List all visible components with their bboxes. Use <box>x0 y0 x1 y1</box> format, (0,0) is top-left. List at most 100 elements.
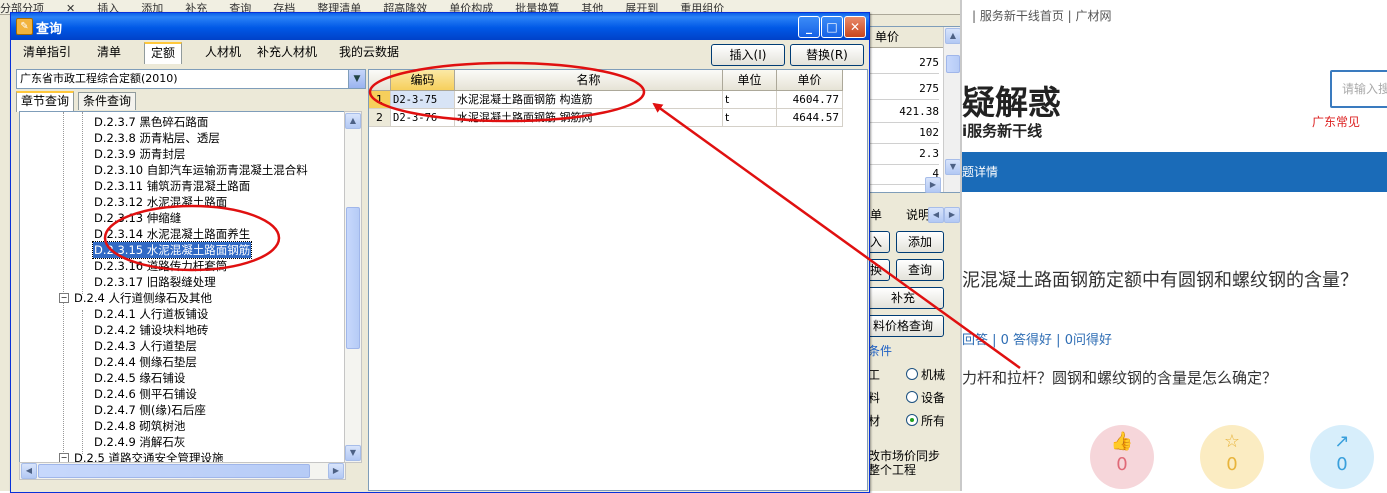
radio-所有[interactable]: 所有 <box>906 412 945 429</box>
tree-node[interactable]: D.2.4.1 人行道板铺设 <box>93 306 209 322</box>
row-separator <box>867 143 939 144</box>
supplement-button[interactable]: 补充 <box>862 287 944 309</box>
tab-5[interactable]: 我的云数据 <box>332 42 406 63</box>
grid-cell-price[interactable]: 4644.57 <box>777 109 843 127</box>
radio-机械[interactable]: 机械 <box>906 366 945 383</box>
scroll-up-icon[interactable]: ▲ <box>345 113 361 129</box>
row-number[interactable]: 2 <box>369 109 391 127</box>
web-page: | 服务新干线首页 | 广材网 疑解惑 i服务新干线 请输入搜 广东常见 题详情… <box>960 0 1387 491</box>
scroll-right-icon[interactable]: ▶ <box>925 177 941 193</box>
tree-node[interactable]: D.2.4.4 侧缘石垫层 <box>93 354 198 370</box>
row-number[interactable]: 1 <box>369 91 391 109</box>
tree-node[interactable]: D.2.3.11 铺筑沥青混凝土路面 <box>93 178 251 194</box>
tree-node[interactable]: D.2.3.17 旧路裂缝处理 <box>93 274 217 290</box>
query-button[interactable]: 查询 <box>896 259 944 281</box>
scroll-up-icon[interactable]: ▲ <box>945 28 961 44</box>
tree-hscroll-thumb[interactable] <box>38 464 310 478</box>
guangdong-link[interactable]: 广东常见 <box>1312 113 1360 130</box>
tab-1[interactable]: 清单 <box>90 42 128 63</box>
tree-node[interactable]: D.2.3.13 伸缩缝 <box>93 210 182 226</box>
tab-4[interactable]: 补充人材机 <box>250 42 324 63</box>
tree-node[interactable]: D.2.4.5 缘石铺设 <box>93 370 186 386</box>
scroll-thumb[interactable] <box>946 55 960 73</box>
radio-button-icon[interactable] <box>906 368 918 380</box>
replace-button[interactable]: 替换(R) <box>790 44 864 66</box>
tree-node[interactable]: D.2.3.14 水泥混凝土路面养生 <box>93 226 251 242</box>
stat-circle-star[interactable]: ☆ 0 <box>1200 425 1264 489</box>
row-separator <box>867 164 939 165</box>
tree-node[interactable]: D.2.4.2 铺设块料地砖 <box>93 322 209 338</box>
tree-node[interactable]: D.2.4.3 人行道垫层 <box>93 338 198 354</box>
scroll-down-icon[interactable]: ▼ <box>945 159 961 175</box>
grid-cell-name[interactable]: 水泥混凝土路面钢筋 构造筋 <box>455 91 723 109</box>
row-separator <box>867 73 939 74</box>
panel-tab-list[interactable]: 单 <box>870 206 882 223</box>
tree-vertical-scrollbar[interactable]: ▲ ▼ <box>344 111 362 463</box>
column-header-0[interactable]: 编码 <box>391 70 455 91</box>
tab-next-icon[interactable]: ▶ <box>944 207 960 223</box>
tab-3[interactable]: 人材机 <box>198 42 248 63</box>
close-icon[interactable]: ✕ <box>844 16 866 38</box>
grid-cell-name[interactable]: 水泥混凝土路面钢筋 钢筋网 <box>455 109 723 127</box>
radio-设备[interactable]: 设备 <box>906 389 945 406</box>
price-query-button[interactable]: 料价格查询 <box>862 315 944 337</box>
tree-node[interactable]: D.2.4.9 消解石灰 <box>93 434 186 450</box>
scroll-left-icon[interactable]: ◀ <box>21 463 37 479</box>
collapse-toggle-icon[interactable]: − <box>59 293 69 303</box>
answer-stats[interactable]: 回答 | 0 答得好 | 0问得好 <box>962 329 1112 348</box>
insert-button[interactable]: 插入(I) <box>711 44 785 66</box>
radio-button-icon[interactable] <box>906 391 918 403</box>
search-input[interactable]: 请输入搜 <box>1330 70 1387 108</box>
tree-node[interactable]: D.2.3.7 黑色碎石路面 <box>93 114 209 130</box>
tree-scroll-thumb[interactable] <box>346 207 360 349</box>
tree-node[interactable]: D.2.3.12 水泥混凝土路面 <box>93 194 228 210</box>
grid-corner <box>369 70 391 91</box>
price-table-scrollbar[interactable]: ▲ ▼ <box>943 27 961 192</box>
subtab-1[interactable]: 条件查询 <box>78 92 137 110</box>
grid-cell-unit[interactable]: t <box>723 91 777 109</box>
column-header-2[interactable]: 单位 <box>723 70 777 91</box>
maximize-icon[interactable]: □ <box>821 16 843 38</box>
tree-node[interactable]: D.2.4 人行道侧缘石及其他 <box>73 290 213 306</box>
tab-2[interactable]: 定额 <box>144 42 183 64</box>
tree-node-selected[interactable]: D.2.3.15 水泥混凝土路面钢筋 <box>91 241 253 259</box>
radio-label: 机械 <box>921 368 946 382</box>
tree-node[interactable]: D.2.4.8 砌筑树池 <box>93 418 186 434</box>
share-count: 0 <box>1336 454 1348 475</box>
share-icon: ↗ <box>1334 431 1350 452</box>
stat-circle-share[interactable]: ↗ 0 <box>1310 425 1374 489</box>
thumbs-up-count: 0 <box>1116 454 1128 475</box>
tab-prev-icon[interactable]: ◀ <box>928 207 944 223</box>
grid-cell-code[interactable]: D2-3-76 <box>391 109 455 127</box>
tab-0[interactable]: 清单指引 <box>16 42 78 63</box>
tree-node[interactable]: D.2.4.7 侧(缘)石后座 <box>93 402 207 418</box>
question-detail-label: 题详情 <box>962 165 999 179</box>
question-detail-bar: 题详情 <box>962 152 1387 192</box>
scroll-down-icon[interactable]: ▼ <box>345 445 361 461</box>
stat-circle-thumbs-up[interactable]: 👍 0 <box>1090 425 1154 489</box>
add-button[interactable]: 添加 <box>896 231 944 253</box>
tree-node[interactable]: D.2.4.6 侧平石铺设 <box>93 386 198 402</box>
tree-horizontal-scrollbar[interactable]: ◀ ▶ <box>19 462 346 480</box>
tree-node[interactable]: D.2.3.10 自卸汽车运输沥青混凝土混合料 <box>93 162 309 178</box>
query-dialog: ✎ 查询 _ □ ✕ 清单指引 清单 定额 人材机 补充人材机 我的云数据 插入(I) 替… <box>10 12 870 493</box>
quota-library-select[interactable]: 广东省市政工程综合定额(2010) ▼ <box>16 69 366 89</box>
price-cell: 421.38 <box>899 105 939 118</box>
grid-cell-price[interactable]: 4604.77 <box>777 91 843 109</box>
grid-cell-unit[interactable]: t <box>723 109 777 127</box>
quota-results-grid: 编码 名称 单位 单价 1 D2-3-75 水泥混凝土路面钢筋 构造筋 t 4604.77 2 D2… <box>368 69 868 491</box>
radio-button-icon[interactable] <box>906 414 918 426</box>
dialog-title-bar[interactable]: ✎ 查询 _ □ ✕ <box>11 13 869 40</box>
tree-node[interactable]: D.2.3.9 沥青封层 <box>93 146 186 162</box>
column-header-3[interactable]: 单价 <box>777 70 843 91</box>
chevron-down-icon[interactable]: ▼ <box>348 70 365 88</box>
minimize-icon[interactable]: _ <box>798 16 820 38</box>
column-header-1[interactable]: 名称 <box>455 70 723 91</box>
panel-tab-desc[interactable]: 说明 <box>906 206 930 223</box>
tree-node[interactable]: D.2.3.16 道路传力杆套筒 <box>93 258 228 274</box>
subtab-0[interactable]: 章节查询 <box>16 91 75 112</box>
tree-node[interactable]: D.2.3.8 沥青粘层、透层 <box>93 130 221 146</box>
scroll-right-icon[interactable]: ▶ <box>328 463 344 479</box>
top-nav-links[interactable]: | 服务新干线首页 | 广材网 <box>972 7 1112 24</box>
grid-cell-code[interactable]: D2-3-75 <box>391 91 455 109</box>
